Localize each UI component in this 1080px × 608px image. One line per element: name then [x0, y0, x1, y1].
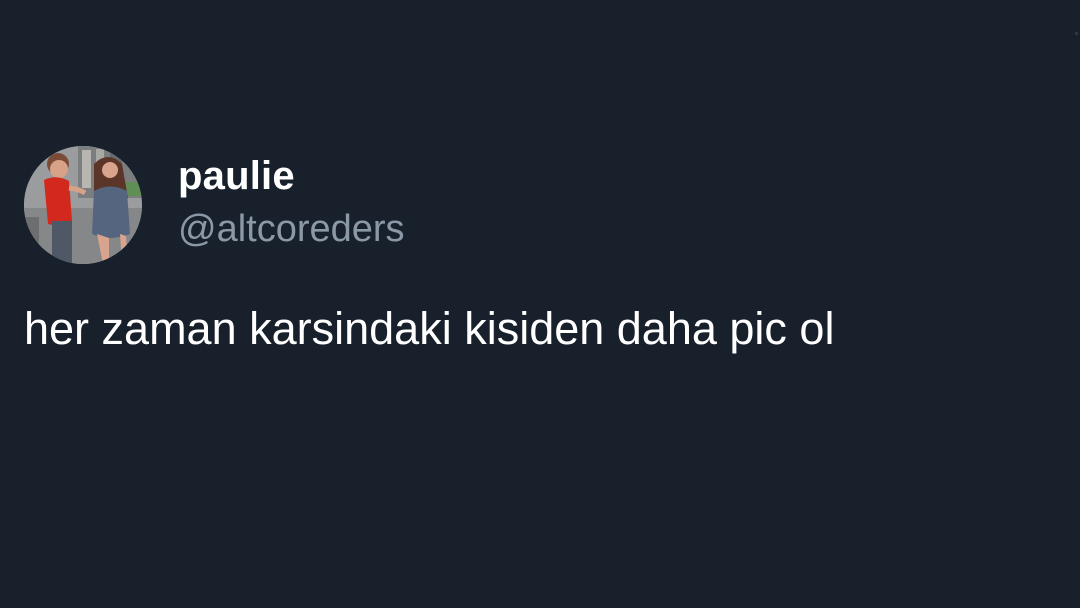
user-handle[interactable]: @altcoreders — [178, 203, 405, 255]
avatar[interactable] — [24, 146, 142, 264]
profile-photo-icon — [24, 146, 142, 264]
corner-mark — [1075, 32, 1078, 35]
display-name[interactable]: paulie — [178, 150, 295, 202]
tweet-card: paulie @altcoreders her zaman karsindaki… — [0, 0, 1080, 608]
tweet-text: her zaman karsindaki kisiden daha pic ol — [24, 303, 835, 354]
